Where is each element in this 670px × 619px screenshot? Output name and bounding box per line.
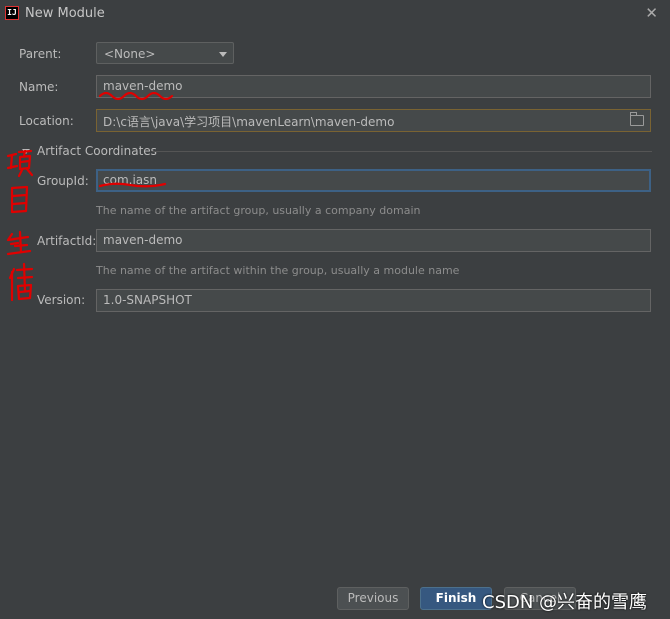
groupid-hint: The name of the artifact group, usually … — [96, 204, 421, 217]
location-field-value: D:\c语言\java\学习项目\mavenLearn\maven-demo — [103, 115, 395, 129]
location-label: Location: — [19, 114, 74, 128]
parent-select[interactable]: <None> — [96, 42, 234, 64]
close-icon[interactable]: ✕ — [645, 4, 658, 22]
watermark: CSDN @兴奋的雪鹰 — [482, 592, 648, 613]
section-title: Artifact Coordinates — [37, 144, 157, 158]
artifactid-hint: The name of the artifact within the grou… — [96, 264, 460, 277]
title-bar: IJ New Module ✕ — [0, 0, 670, 28]
folder-icon[interactable] — [630, 112, 644, 126]
name-field-value: maven-demo — [103, 79, 183, 93]
window-title: New Module — [25, 6, 105, 21]
chevron-down-icon — [219, 52, 227, 57]
artifactid-field[interactable]: maven-demo — [96, 229, 651, 252]
version-label: Version: — [37, 293, 86, 307]
parent-label: Parent: — [19, 47, 62, 61]
parent-select-value: <None> — [104, 47, 156, 61]
section-divider — [152, 151, 652, 152]
artifactid-field-value: maven-demo — [103, 233, 183, 247]
version-field[interactable]: 1.0-SNAPSHOT — [96, 289, 651, 312]
version-field-value: 1.0-SNAPSHOT — [103, 293, 192, 307]
groupid-field[interactable]: com.iasn — [96, 169, 651, 192]
previous-button[interactable]: Previous — [337, 587, 409, 610]
groupid-label: GroupId: — [37, 174, 89, 188]
name-field[interactable]: maven-demo — [96, 75, 651, 98]
intellij-icon: IJ — [5, 6, 19, 20]
artifactid-label: ArtifactId: — [37, 234, 97, 248]
name-label: Name: — [19, 80, 59, 94]
groupid-field-value: com.iasn — [103, 173, 157, 187]
collapse-triangle-icon — [22, 149, 30, 154]
location-field[interactable]: D:\c语言\java\学习项目\mavenLearn\maven-demo — [96, 109, 651, 132]
